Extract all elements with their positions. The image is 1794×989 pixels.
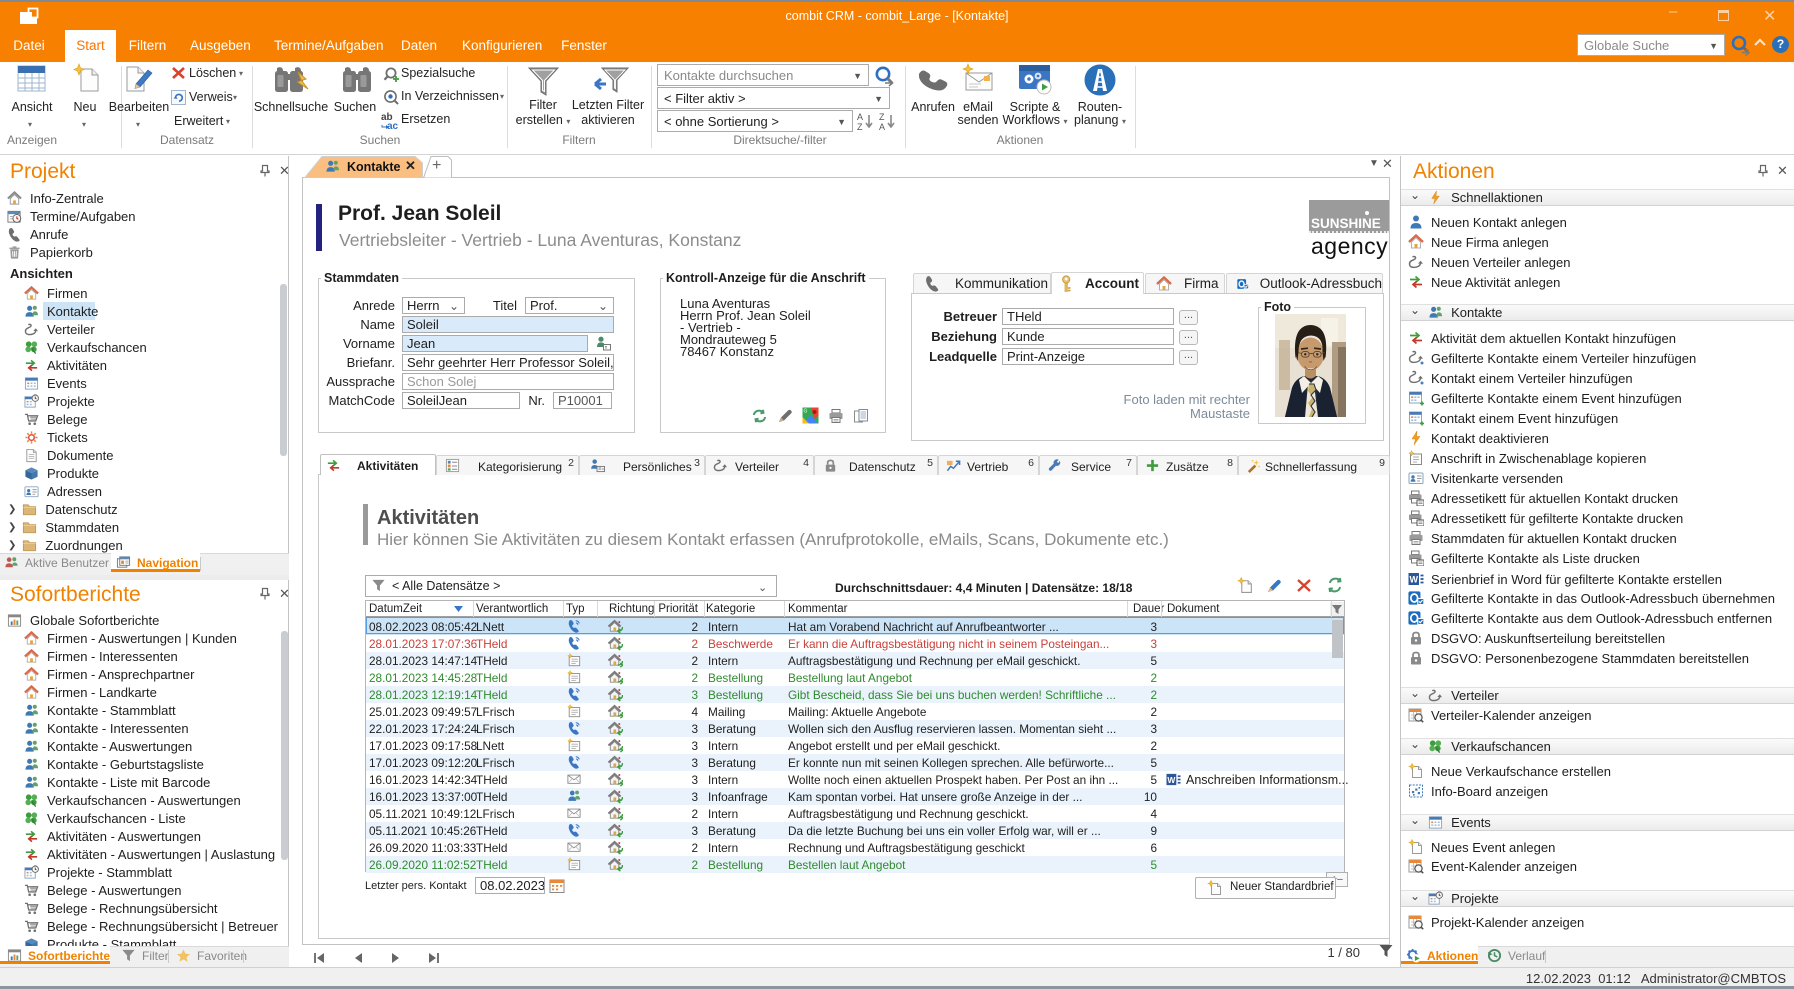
svg-text:ac: ac [387,121,399,130]
svg-text:G: G [804,409,808,415]
svg-text:Z: Z [879,112,885,122]
svg-text:A: A [857,112,863,122]
svg-text:A: A [879,122,885,131]
svg-text:Z: Z [857,122,863,131]
